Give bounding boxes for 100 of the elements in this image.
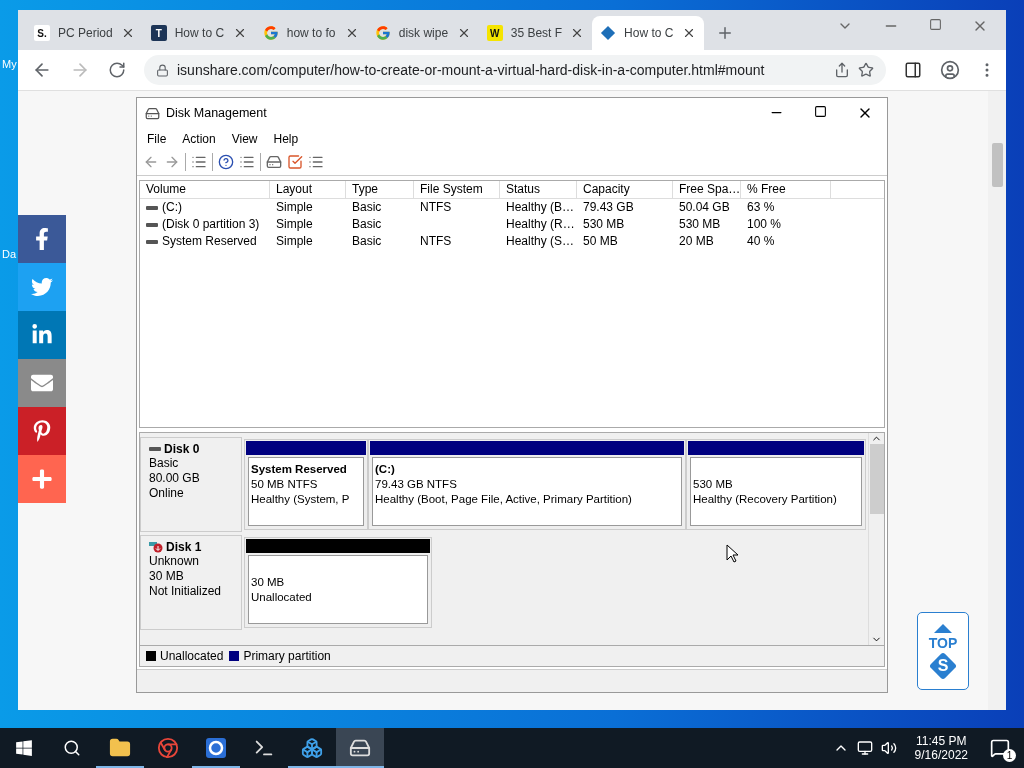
table-cell-text: Basic <box>351 216 383 233</box>
tab-title: 35 Best F <box>510 26 563 40</box>
partition-block[interactable]: 30 MB Unallocated <box>244 537 432 628</box>
column-header[interactable]: Type <box>346 181 414 198</box>
disk-status: Online <box>149 486 185 501</box>
disk-status: Not Initialized <box>149 584 223 599</box>
partition-size: 530 MB <box>693 477 734 492</box>
disk-info[interactable]: Disk 1 Unknown 30 MB Not Initialized <box>140 535 242 630</box>
star-icon[interactable] <box>858 62 874 78</box>
partition-block[interactable]: (C:) 79.43 GB NTFS Healthy (Boot, Page File, Active, Primary Partition) <box>368 439 686 530</box>
disk-name: Disk 0 <box>149 442 233 456</box>
page-scrollbar[interactable] <box>988 91 1006 710</box>
column-header[interactable]: File System <box>414 181 500 198</box>
browser-tab[interactable]: W 35 Best F <box>478 16 593 50</box>
linkedin-icon <box>31 324 53 346</box>
back-icon[interactable] <box>143 154 159 170</box>
mouse-pointer-icon <box>726 544 738 563</box>
checklist-icon[interactable] <box>287 154 303 170</box>
facebook-share-button[interactable] <box>18 215 66 263</box>
plus-icon <box>31 468 53 490</box>
disk-info[interactable]: Disk 0 Basic 80.00 GB Online <box>140 437 242 532</box>
chrome-icon <box>157 737 179 759</box>
email-share-button[interactable] <box>18 359 66 407</box>
network-icon[interactable] <box>856 740 873 756</box>
column-header[interactable]: Status <box>500 181 577 198</box>
menu-item[interactable]: File <box>141 131 173 146</box>
hard-drive-icon <box>349 737 371 759</box>
menu-item[interactable]: View <box>225 131 264 146</box>
column-header[interactable]: Layout <box>270 181 346 198</box>
twitter-share-button[interactable] <box>18 263 66 311</box>
browser-tab[interactable]: How to C <box>592 16 705 50</box>
table-cell-text: 20 MB <box>678 233 715 250</box>
tab-title: how to fo <box>286 26 337 40</box>
browser-tab[interactable]: S. PC Period <box>26 16 143 50</box>
disk-size: 30 MB <box>149 569 185 584</box>
tab-title: How to C <box>174 26 225 40</box>
side-panel-icon[interactable] <box>904 61 922 79</box>
table-cell-text: Basic <box>351 199 383 216</box>
partition-block[interactable]: 530 MB Healthy (Recovery Partition) <box>686 439 866 530</box>
disk-error-icon <box>149 541 163 553</box>
table-cell-text: 50 MB <box>582 233 619 250</box>
folder-icon <box>109 737 131 759</box>
browser-tab[interactable]: how to fo <box>254 16 367 50</box>
partition-size: 30 MB <box>251 575 286 590</box>
partition-status: Unallocated <box>251 590 313 605</box>
legend-item: Unallocated <box>146 649 224 663</box>
pinterest-share-button[interactable] <box>18 407 66 455</box>
google-icon <box>374 25 391 41</box>
share-icon[interactable] <box>834 62 850 78</box>
volume-cell: (Disk 0 partition 3) <box>140 216 270 233</box>
browser-tab[interactable]: disk wipe <box>366 16 479 50</box>
up-triangle-icon <box>934 623 952 633</box>
table-cell-text: Simple <box>275 216 314 233</box>
column-header[interactable]: Free Spa… <box>673 181 741 198</box>
menu-item[interactable]: Help <box>267 131 305 146</box>
partition-name: (C:) <box>375 462 396 477</box>
site-logo-icon: T <box>150 25 167 41</box>
site-logo-icon: W <box>486 25 503 41</box>
legend-item: Primary partition <box>229 649 331 663</box>
maximize-icon[interactable] <box>814 105 827 118</box>
column-header[interactable]: % Free <box>741 181 831 198</box>
list-icon[interactable] <box>239 154 255 170</box>
partition-status: Healthy (System, P <box>251 492 351 507</box>
notification-count: 1 <box>1003 749 1016 762</box>
logo-icon: S <box>930 652 956 679</box>
table-cell-text: 530 MB <box>678 216 722 233</box>
table-cell-text: 530 MB <box>582 216 626 233</box>
profile-icon[interactable] <box>940 60 960 80</box>
site-logo-icon: S. <box>34 25 50 41</box>
table-cell-text: NTFS <box>419 199 453 216</box>
column-header[interactable]: Capacity <box>577 181 673 198</box>
scrollbar[interactable] <box>868 433 884 645</box>
volume-icon[interactable] <box>880 740 897 756</box>
back-to-top-button[interactable]: TOP S <box>917 612 969 690</box>
list-icon[interactable] <box>191 154 207 170</box>
reload-icon[interactable] <box>108 61 126 79</box>
column-header[interactable]: Volume <box>140 181 270 198</box>
table-cell-text: Healthy (S… <box>505 233 576 250</box>
bird-icon <box>31 276 53 298</box>
drive-icon <box>146 239 158 244</box>
partition-block[interactable]: System Reserved 50 MB NTFS Healthy (System, P <box>244 439 368 530</box>
windows-icon <box>15 739 33 757</box>
browser-tab[interactable]: T How to C <box>142 16 255 50</box>
envelope-icon <box>31 372 53 394</box>
address-bar[interactable]: isunshare.com/computer/how-to-create-or-mount-a-virtual-hard-disk-in-a-computer.html#mount <box>144 55 886 85</box>
google-icon <box>262 25 279 41</box>
clock[interactable]: 11:45 PM 9/16/2022 <box>914 734 968 762</box>
taskbar-app[interactable] <box>336 728 384 768</box>
table-cell-text: NTFS <box>419 233 453 250</box>
table-cell-text: Simple <box>275 233 314 250</box>
linkedin-share-button[interactable] <box>18 311 66 359</box>
menu-item[interactable]: Action <box>176 131 222 146</box>
partition-name: System Reserved <box>251 462 348 477</box>
list-icon[interactable] <box>308 154 324 170</box>
forward-icon[interactable] <box>164 154 180 170</box>
cubes-icon <box>301 737 323 759</box>
more-share-button[interactable] <box>18 455 66 503</box>
help-icon[interactable] <box>218 154 234 170</box>
tab-title: disk wipe <box>398 26 449 40</box>
ring-icon <box>205 737 227 759</box>
